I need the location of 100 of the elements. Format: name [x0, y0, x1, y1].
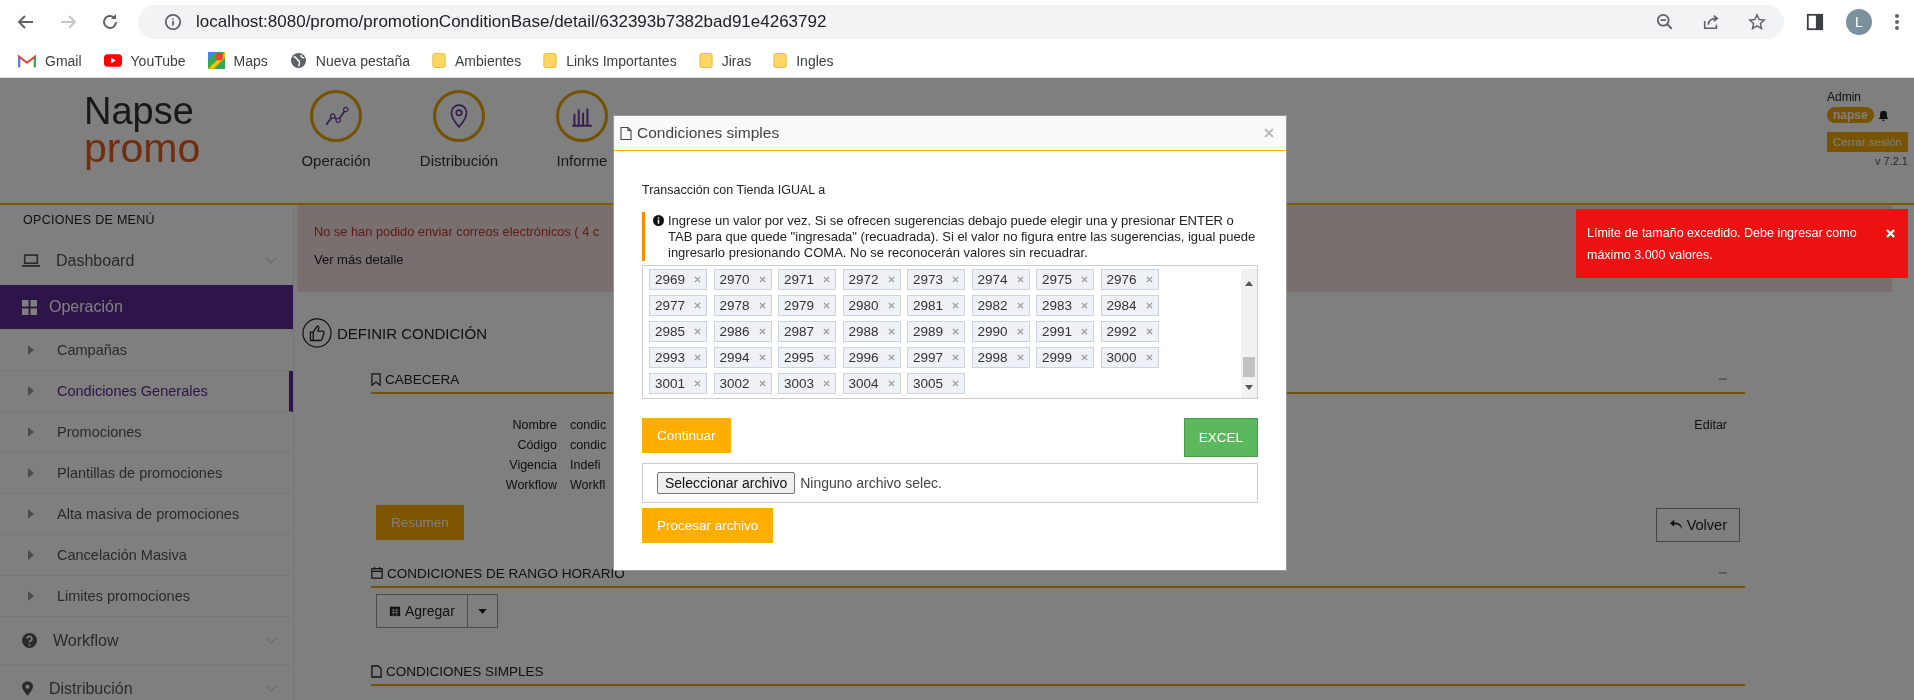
nav-item[interactable]: Operación — [286, 90, 386, 203]
tag-input[interactable]: 2969 2970 2971 2972 2973 2974 2975 2976 2977 2978 2979 2980 2981 2982 2983 2984 2985 2986 2987 2988 2989 2990 2991 2992 2993 2994 2995 2996 2997 2998 2999 3000 3001 3002 3003 3004 3005 — [642, 265, 1258, 399]
details-link[interactable]: Ver más detalle — [314, 252, 404, 267]
bookmark-icon — [371, 372, 381, 386]
remove-icon[interactable] — [823, 276, 830, 283]
remove-icon[interactable] — [1016, 328, 1024, 335]
tag-text: 2975 — [1042, 272, 1073, 287]
remove-icon[interactable] — [694, 380, 701, 387]
remove-icon[interactable] — [887, 276, 895, 283]
dropdown-toggle[interactable] — [467, 594, 498, 628]
sidebar-item[interactable]: Operación — [0, 285, 293, 330]
field-value: condic — [570, 418, 607, 432]
remove-icon[interactable] — [1081, 302, 1088, 309]
bookmark[interactable]: Ingles — [773, 52, 834, 69]
remove-icon[interactable] — [952, 328, 959, 335]
grid-icon — [22, 299, 37, 315]
caret-right-icon — [28, 427, 34, 437]
remove-icon[interactable] — [823, 354, 830, 361]
remove-icon[interactable] — [694, 328, 701, 335]
bookmark[interactable]: Links Importantes — [543, 52, 677, 69]
side-panel-icon[interactable] — [1806, 13, 1824, 31]
remove-icon[interactable] — [1081, 328, 1088, 335]
sidebar-subitem[interactable]: Limites promociones — [0, 576, 293, 617]
remove-icon[interactable] — [1016, 276, 1024, 283]
remove-icon[interactable] — [823, 380, 830, 387]
remove-icon[interactable] — [1081, 354, 1088, 361]
tag-text: 2976 — [1106, 272, 1137, 287]
remove-icon[interactable] — [694, 302, 701, 309]
remove-icon[interactable] — [758, 276, 766, 283]
remove-icon[interactable] — [823, 328, 830, 335]
document-icon — [371, 664, 382, 678]
sidebar-subitem[interactable]: Cancelación Masiva — [0, 535, 293, 576]
sidebar-subitem[interactable]: Alta masiva de promociones — [0, 494, 293, 535]
remove-icon[interactable] — [887, 354, 895, 361]
sidebar-subitem[interactable]: Promociones — [0, 412, 293, 453]
excel-button[interactable]: EXCEL — [1183, 418, 1258, 457]
tag-text: 2998 — [977, 350, 1008, 365]
remove-icon[interactable] — [952, 302, 959, 309]
remove-icon[interactable] — [694, 354, 701, 361]
reload-icon[interactable] — [100, 12, 120, 32]
back-button[interactable]: Volver — [1655, 508, 1740, 542]
zoom-out-icon[interactable] — [1656, 13, 1674, 31]
choose-file-button[interactable]: Seleccionar archivo — [657, 472, 796, 494]
caret-right-icon — [28, 468, 34, 478]
bookmark[interactable]: Ambientes — [432, 52, 522, 69]
sidebar-item[interactable]: Distribución — [0, 665, 293, 700]
menu-icon[interactable] — [1894, 12, 1900, 32]
remove-icon[interactable] — [1016, 302, 1024, 309]
remove-icon[interactable] — [887, 328, 895, 335]
nav-item[interactable]: Informe — [532, 90, 632, 203]
remove-icon[interactable] — [887, 302, 895, 309]
laptop-icon — [22, 254, 40, 267]
file-input[interactable]: Seleccionar archivo Ninguno archivo selec. — [642, 463, 1258, 503]
remove-icon[interactable] — [823, 302, 830, 309]
bookmark[interactable]: Gmail — [18, 52, 82, 69]
sidebar-subitem[interactable]: Plantillas de promociones — [0, 453, 293, 494]
remove-icon[interactable] — [1145, 354, 1153, 361]
bookmark[interactable]: Jiras — [698, 52, 752, 69]
sidebar-subitem[interactable]: Campañas — [0, 330, 293, 371]
profile-avatar[interactable]: L — [1846, 9, 1872, 35]
bookmark[interactable]: Maps — [207, 52, 268, 69]
remove-icon[interactable] — [1081, 276, 1088, 283]
sidebar-subitem[interactable]: Condiciones Generales — [0, 371, 293, 412]
field-value: Workfl — [570, 478, 607, 492]
edit-link[interactable]: Editar — [1694, 418, 1727, 492]
tag-text: 2983 — [1042, 298, 1073, 313]
nav-item[interactable]: Distribución — [409, 90, 509, 203]
star-icon[interactable] — [1748, 13, 1766, 31]
tag-text: 2993 — [655, 350, 686, 365]
remove-icon[interactable] — [952, 276, 959, 283]
bell-icon[interactable] — [1877, 109, 1889, 121]
share-icon[interactable] — [1702, 13, 1720, 31]
remove-icon[interactable] — [758, 380, 766, 387]
remove-icon[interactable] — [1145, 328, 1153, 335]
remove-icon[interactable] — [1145, 302, 1153, 309]
address-bar[interactable]: localhost:8080/promo/promotionConditionBase/detail/632393b7382bad91e4263792 — [138, 5, 1784, 39]
remove-icon[interactable] — [1145, 276, 1153, 283]
remove-icon[interactable] — [952, 380, 959, 387]
info-icon[interactable] — [164, 13, 182, 31]
remove-icon[interactable] — [758, 328, 766, 335]
tag-text: 2995 — [784, 350, 815, 365]
tag-text: 2969 — [655, 272, 686, 287]
remove-icon[interactable] — [887, 380, 895, 387]
bookmark[interactable]: Nueva pestaña — [289, 52, 410, 69]
close-icon[interactable] — [1264, 128, 1274, 138]
scrollbar[interactable] — [1241, 269, 1257, 398]
tag-text: 2980 — [848, 298, 879, 313]
remove-icon[interactable] — [694, 276, 701, 283]
bookmark[interactable]: YouTube — [103, 52, 186, 69]
remove-icon[interactable] — [1016, 354, 1024, 361]
remove-icon[interactable] — [758, 302, 766, 309]
folder-icon — [543, 52, 558, 69]
add-button[interactable]: Agregar — [376, 594, 468, 628]
tag-text: 2974 — [977, 272, 1008, 287]
remove-icon[interactable] — [952, 354, 959, 361]
caret-down-icon — [477, 608, 487, 614]
remove-icon[interactable] — [758, 354, 766, 361]
tag-text: 2992 — [1106, 324, 1137, 339]
sidebar-item[interactable]: Workflow — [0, 617, 293, 665]
tag-text: 3000 — [1106, 350, 1137, 365]
